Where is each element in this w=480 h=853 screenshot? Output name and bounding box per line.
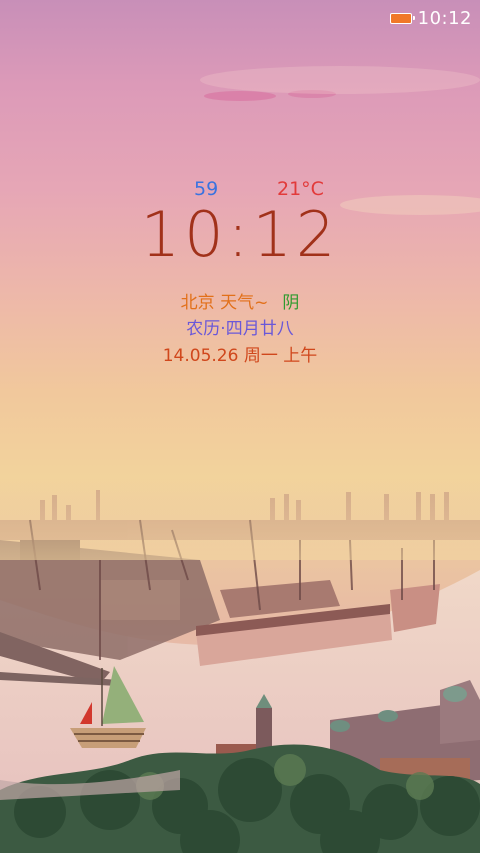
status-bar: 10:12	[0, 0, 480, 36]
status-time: 10:12	[417, 7, 472, 29]
sailboat-icon[interactable]	[66, 662, 150, 752]
clock-weather-widget[interactable]: 59 21°C 10:12 北京 天气~ 阴 农历·四月廿八 14.05.26 周…	[0, 176, 480, 366]
weather-state: 阴	[282, 293, 300, 313]
clock-time[interactable]: 10:12	[0, 198, 480, 271]
temperature-label: 21°C	[277, 178, 324, 200]
battery-icon	[389, 12, 415, 24]
date-line[interactable]: 14.05.26 周一 上午	[0, 341, 480, 366]
weather-line[interactable]: 北京 天气~ 阴	[0, 288, 480, 313]
lunar-date: 农历·四月廿八	[186, 319, 294, 339]
weather-city: 北京 天气~	[180, 293, 269, 313]
top-left-value: 59	[194, 178, 219, 200]
